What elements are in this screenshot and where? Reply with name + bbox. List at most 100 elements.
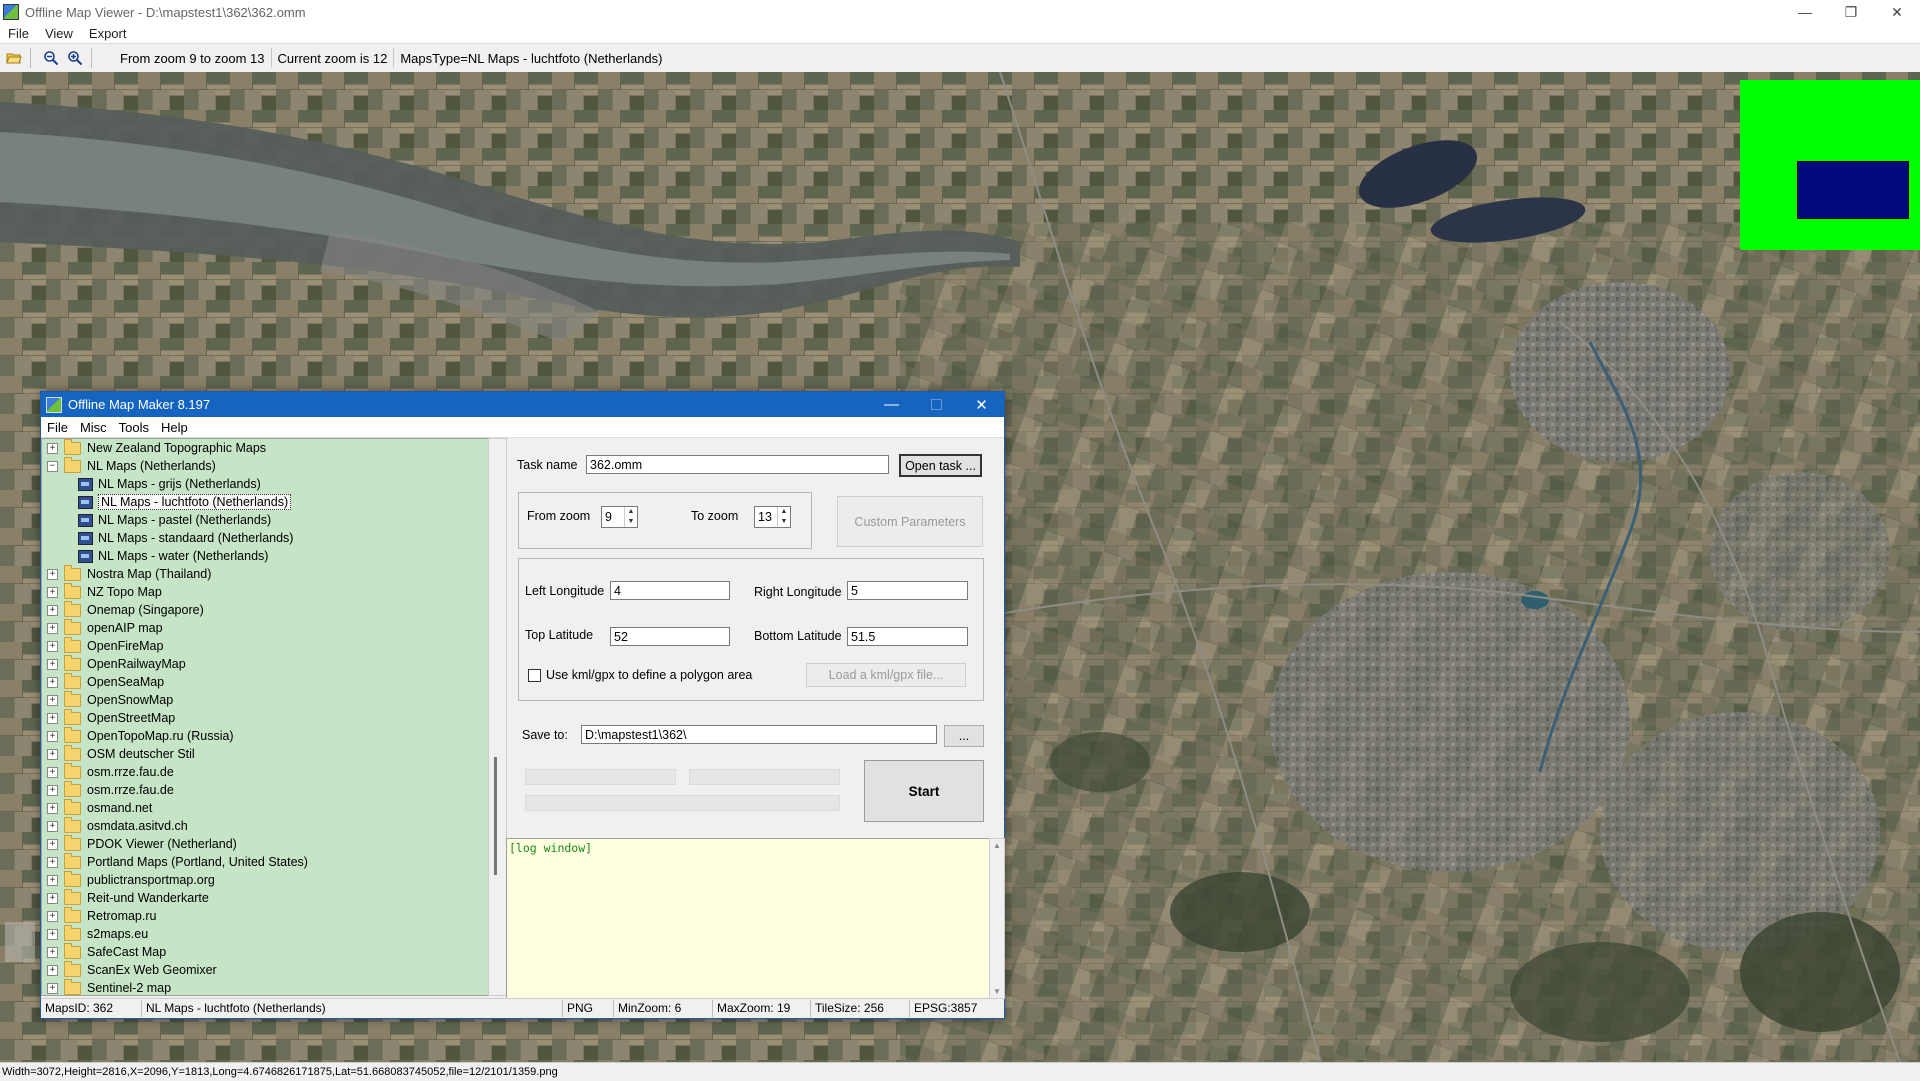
- from-zoom-arrows-icon[interactable]: ▲ ▼: [624, 507, 637, 527]
- dialog-close-button[interactable]: ✕: [959, 392, 1004, 417]
- tree-child-item[interactable]: NL Maps - grijs (Netherlands): [42, 475, 488, 493]
- menu-view[interactable]: View: [37, 26, 81, 41]
- save-to-input[interactable]: D:\mapstest1\362\: [581, 725, 937, 744]
- dialog-menu-tools[interactable]: Tools: [113, 420, 155, 435]
- tree-folder-item[interactable]: + OpenFireMap: [42, 636, 488, 655]
- menu-export[interactable]: Export: [81, 26, 135, 41]
- tree-child-item[interactable]: NL Maps - luchtfoto (Netherlands): [42, 493, 488, 511]
- zoom-out-icon[interactable]: [41, 48, 61, 68]
- expand-icon[interactable]: +: [47, 748, 58, 760]
- dialog-menu-help[interactable]: Help: [155, 420, 194, 435]
- use-kml-checkbox[interactable]: [528, 669, 541, 682]
- tree-folder-item[interactable]: + osm.rrze.fau.de: [42, 780, 488, 799]
- tree-item-label: osmand.net: [87, 801, 153, 815]
- tree-folder-item[interactable]: + Nostra Map (Thailand): [42, 564, 488, 583]
- collapse-icon[interactable]: −: [47, 460, 58, 472]
- tree-folder-item[interactable]: + OpenStreetMap: [42, 708, 488, 727]
- log-window[interactable]: [log window]: [506, 838, 991, 999]
- tree-folder-item[interactable]: + OSM deutscher Stil: [42, 744, 488, 763]
- dialog-menu-file[interactable]: File: [41, 420, 74, 435]
- expand-icon[interactable]: +: [47, 568, 58, 580]
- scroll-down-icon[interactable]: ▼: [990, 987, 1004, 996]
- tree-scrollbar[interactable]: [488, 438, 507, 996]
- tree-folder-item[interactable]: + Reit-und Wanderkarte: [42, 888, 488, 907]
- tree-folder-item[interactable]: + osmand.net: [42, 798, 488, 817]
- tree-item-label: Nostra Map (Thailand): [87, 567, 212, 581]
- tree-folder-item[interactable]: − NL Maps (Netherlands): [42, 456, 488, 475]
- expand-icon[interactable]: +: [47, 928, 58, 940]
- tree-folder-item[interactable]: + osmdata.asitvd.ch: [42, 816, 488, 835]
- expand-icon[interactable]: +: [47, 964, 58, 976]
- tree-child-item[interactable]: NL Maps - standaard (Netherlands): [42, 529, 488, 547]
- tree-folder-item[interactable]: + OpenSnowMap: [42, 690, 488, 709]
- browse-button[interactable]: ...: [944, 725, 984, 747]
- tree-folder-item[interactable]: + OpenSeaMap: [42, 672, 488, 691]
- task-name-input[interactable]: 362.omm: [586, 455, 889, 474]
- tree-folder-item[interactable]: + OpenRailwayMap: [42, 654, 488, 673]
- expand-icon[interactable]: +: [47, 730, 58, 742]
- tree-item-label: s2maps.eu: [87, 927, 149, 941]
- tree-folder-item[interactable]: + publictransportmap.org: [42, 870, 488, 889]
- tree-folder-item[interactable]: + Onemap (Singapore): [42, 600, 488, 619]
- minimize-button[interactable]: —: [1782, 0, 1828, 24]
- top-latitude-input[interactable]: 52: [610, 627, 730, 646]
- dialog-titlebar[interactable]: Offline Map Maker 8.197 — ☐ ✕: [41, 392, 1004, 417]
- tree-folder-item[interactable]: + New Zealand Topographic Maps: [42, 439, 488, 457]
- expand-icon[interactable]: +: [47, 874, 58, 886]
- expand-icon[interactable]: +: [47, 910, 58, 922]
- expand-icon[interactable]: +: [47, 622, 58, 634]
- tree-folder-item[interactable]: + NZ Topo Map: [42, 582, 488, 601]
- expand-icon[interactable]: +: [47, 946, 58, 958]
- restore-button[interactable]: ❐: [1828, 0, 1874, 24]
- tree-folder-item[interactable]: + SafeCast Map: [42, 942, 488, 961]
- expand-icon[interactable]: +: [47, 604, 58, 616]
- log-scrollbar[interactable]: ▲ ▼: [989, 838, 1005, 999]
- start-button[interactable]: Start: [864, 760, 984, 822]
- expand-icon[interactable]: +: [47, 694, 58, 706]
- expand-icon[interactable]: +: [47, 856, 58, 868]
- expand-icon[interactable]: +: [47, 676, 58, 688]
- tree-child-item[interactable]: NL Maps - water (Netherlands): [42, 547, 488, 565]
- menu-file[interactable]: File: [0, 26, 37, 41]
- open-folder-icon[interactable]: [4, 48, 24, 68]
- bottom-latitude-input[interactable]: 51.5: [847, 627, 968, 646]
- tree-folder-item[interactable]: + OpenTopoMap.ru (Russia): [42, 726, 488, 745]
- expand-icon[interactable]: +: [47, 838, 58, 850]
- tree-item-label: openAIP map: [87, 621, 163, 635]
- overview-viewport[interactable]: [1797, 161, 1909, 219]
- map-source-tree[interactable]: + New Zealand Topographic Maps − NL Maps (N…: [41, 438, 489, 996]
- expand-icon[interactable]: +: [47, 892, 58, 904]
- expand-icon[interactable]: +: [47, 586, 58, 598]
- expand-icon[interactable]: +: [47, 820, 58, 832]
- expand-icon[interactable]: +: [47, 802, 58, 814]
- tree-folder-item[interactable]: + openAIP map: [42, 618, 488, 637]
- expand-icon[interactable]: +: [47, 784, 58, 796]
- tree-folder-item[interactable]: + osm.rrze.fau.de: [42, 762, 488, 781]
- tree-folder-item[interactable]: + Sentinel-2 map: [42, 978, 488, 995]
- expand-icon[interactable]: +: [47, 766, 58, 778]
- expand-icon[interactable]: +: [47, 712, 58, 724]
- tree-folder-item[interactable]: + ScanEx Web Geomixer: [42, 960, 488, 979]
- tree-scrollbar-thumb[interactable]: [494, 757, 497, 875]
- expand-icon[interactable]: +: [47, 658, 58, 670]
- expand-icon[interactable]: +: [47, 982, 58, 994]
- left-longitude-input[interactable]: 4: [610, 581, 730, 600]
- from-zoom-spinner[interactable]: 9 ▲ ▼: [601, 506, 638, 528]
- open-task-button[interactable]: Open task ...: [899, 454, 982, 477]
- right-longitude-input[interactable]: 5: [847, 581, 968, 600]
- dialog-menu-misc[interactable]: Misc: [74, 420, 113, 435]
- tree-folder-item[interactable]: + Retromap.ru: [42, 906, 488, 925]
- tree-folder-item[interactable]: + s2maps.eu: [42, 924, 488, 943]
- scroll-up-icon[interactable]: ▲: [990, 841, 1004, 850]
- tree-child-item[interactable]: NL Maps - pastel (Netherlands): [42, 511, 488, 529]
- dialog-minimize-button[interactable]: —: [869, 392, 914, 417]
- to-zoom-spinner[interactable]: 13 ▲ ▼: [754, 506, 791, 528]
- to-zoom-arrows-icon[interactable]: ▲ ▼: [777, 507, 790, 527]
- expand-icon[interactable]: +: [47, 442, 58, 454]
- tree-folder-item[interactable]: + PDOK Viewer (Netherland): [42, 834, 488, 853]
- expand-icon[interactable]: +: [47, 640, 58, 652]
- folder-icon: [64, 582, 81, 599]
- zoom-in-icon[interactable]: [65, 48, 85, 68]
- close-button[interactable]: ✕: [1874, 0, 1920, 24]
- tree-folder-item[interactable]: + Portland Maps (Portland, United States): [42, 852, 488, 871]
